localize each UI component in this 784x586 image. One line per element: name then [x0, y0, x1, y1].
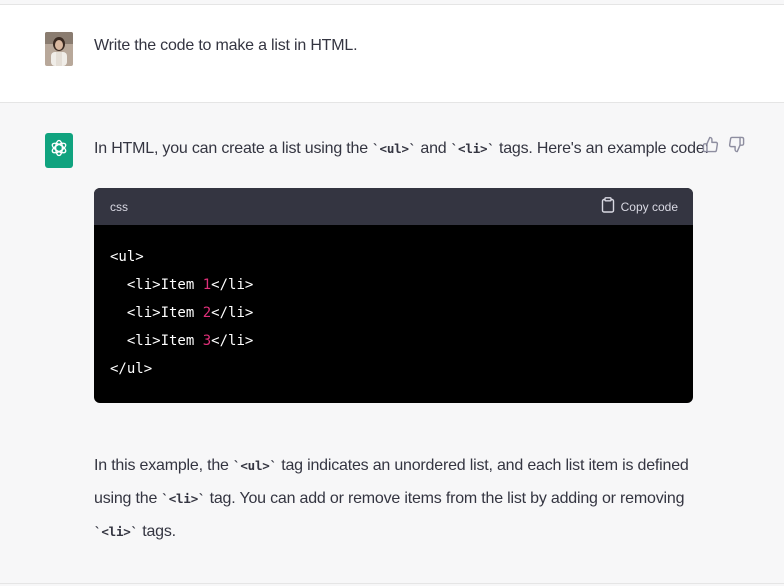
user-message-text: Write the code to make a list in HTML.	[94, 37, 358, 54]
code-block-header: css Copy code	[94, 188, 693, 225]
inline-code-li: `<li>`	[450, 141, 495, 156]
inline-code-li: `<li>`	[161, 491, 206, 506]
user-avatar	[45, 32, 73, 66]
copy-code-label: Copy code	[620, 199, 678, 214]
inline-code-ul: `<ul>`	[372, 141, 417, 156]
code-line: <li>Item 2</li>	[110, 305, 254, 321]
code-content: <ul> <li>Item 1</li> <li>Item 2</li> <li…	[94, 225, 693, 403]
code-language-label: css	[110, 199, 128, 214]
user-avatar-photo	[45, 32, 73, 66]
bottom-divider	[0, 583, 784, 584]
assistant-message: In HTML, you can create a list using the…	[0, 103, 784, 583]
explanation-text: In this example, the	[94, 457, 233, 474]
user-message: Write the code to make a list in HTML.	[0, 5, 784, 103]
openai-logo-icon	[49, 138, 69, 163]
thumbs-down-icon[interactable]	[728, 136, 745, 153]
assistant-explanation: In this example, the `<ul>` tag indicate…	[94, 449, 694, 548]
intro-text: and	[416, 140, 451, 157]
code-line: <ul>	[110, 249, 144, 265]
explanation-text: tag. You can add or remove items from th…	[205, 490, 685, 507]
code-line: </ul>	[110, 361, 153, 377]
code-block: css Copy code <ul> <li>Item 1</li> <li>I…	[94, 188, 693, 403]
code-line: <li>Item 3</li>	[110, 333, 254, 349]
inline-code-ul: `<ul>`	[233, 458, 277, 473]
assistant-avatar	[45, 133, 73, 168]
explanation-text: tags.	[137, 523, 176, 540]
assistant-intro: In HTML, you can create a list using the…	[94, 138, 709, 160]
inline-code-li: `<li>`	[94, 524, 138, 539]
feedback-buttons	[702, 136, 745, 153]
thumbs-up-icon[interactable]	[702, 136, 719, 153]
intro-text: In HTML, you can create a list using the	[94, 140, 373, 157]
copy-code-button[interactable]: Copy code	[601, 197, 678, 216]
clipboard-icon	[601, 197, 615, 216]
intro-text: tags. Here's an example code:	[494, 140, 709, 157]
code-line: <li>Item 1</li>	[110, 277, 254, 293]
